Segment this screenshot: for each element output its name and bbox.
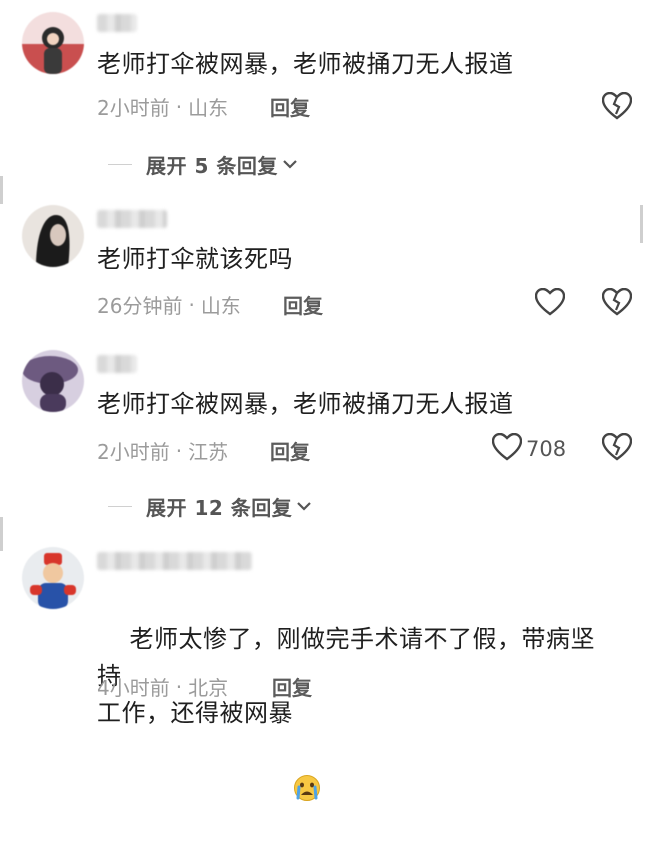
meta-separator: · — [175, 94, 183, 119]
meta-separator: · — [188, 292, 195, 317]
expand-replies-button[interactable]: 展开 5 条回复 — [108, 150, 298, 179]
meta-separator: · — [175, 438, 183, 463]
username-blurred[interactable] — [97, 552, 252, 570]
dislike-icon[interactable] — [601, 287, 633, 316]
dislike-icon[interactable] — [601, 91, 633, 120]
comment-location: 江苏 — [188, 440, 229, 464]
reply-button[interactable]: 回复 — [272, 672, 312, 701]
avatar[interactable] — [22, 205, 84, 267]
username-blurred[interactable] — [97, 355, 137, 373]
reply-button[interactable]: 回复 — [270, 436, 310, 465]
comment-time: 26分钟前 — [97, 294, 183, 318]
dislike-icon[interactable] — [601, 432, 633, 461]
comment-meta: 2小时前 · 江苏 — [97, 436, 228, 465]
comment-text: 老师打伞就该死吗 — [97, 245, 293, 273]
comment-time: 4小时前 — [97, 676, 170, 700]
reply-button[interactable]: 回复 — [270, 92, 310, 121]
comment-meta: 2小时前 · 山东 — [97, 92, 228, 121]
edge-mark — [640, 205, 643, 243]
comment-text: 老师打伞被网暴，老师被捅刀无人报道 — [97, 390, 514, 418]
crying-face-icon — [293, 700, 321, 801]
comment-time: 2小时前 — [97, 96, 170, 120]
comment-location: 北京 — [188, 676, 229, 700]
like-icon[interactable] — [534, 287, 566, 316]
username-blurred[interactable] — [97, 210, 167, 228]
chevron-down-icon — [282, 155, 298, 174]
username-blurred[interactable] — [97, 14, 137, 32]
avatar-image — [22, 350, 84, 412]
expand-replies-button[interactable]: 展开 12 条回复 — [108, 492, 312, 521]
chevron-down-icon — [296, 497, 312, 516]
edge-mark — [0, 517, 3, 551]
edge-mark — [0, 176, 3, 204]
avatar[interactable] — [22, 350, 84, 412]
expand-replies-label: 展开 12 条回复 — [146, 496, 293, 520]
avatar[interactable] — [22, 547, 84, 609]
comment-meta: 26分钟前 · 山东 — [97, 290, 241, 319]
comment-location: 山东 — [188, 96, 229, 120]
like-count: 708 — [526, 437, 567, 461]
like-button[interactable]: 708 — [491, 432, 567, 465]
divider-line — [108, 163, 132, 166]
comment-location: 山东 — [200, 294, 241, 318]
avatar-image — [22, 205, 84, 267]
meta-separator: · — [175, 674, 183, 699]
comment-text: 老师打伞被网暴，老师被捅刀无人报道 — [97, 50, 514, 78]
reply-button[interactable]: 回复 — [283, 290, 323, 319]
like-icon — [491, 432, 523, 465]
avatar-image — [22, 547, 84, 609]
comment-time: 2小时前 — [97, 440, 170, 464]
avatar[interactable] — [22, 12, 84, 74]
avatar-image — [22, 12, 84, 74]
divider-line — [108, 505, 132, 508]
comment-meta: 4小时前 · 北京 — [97, 672, 228, 701]
expand-replies-label: 展开 5 条回复 — [146, 154, 278, 178]
